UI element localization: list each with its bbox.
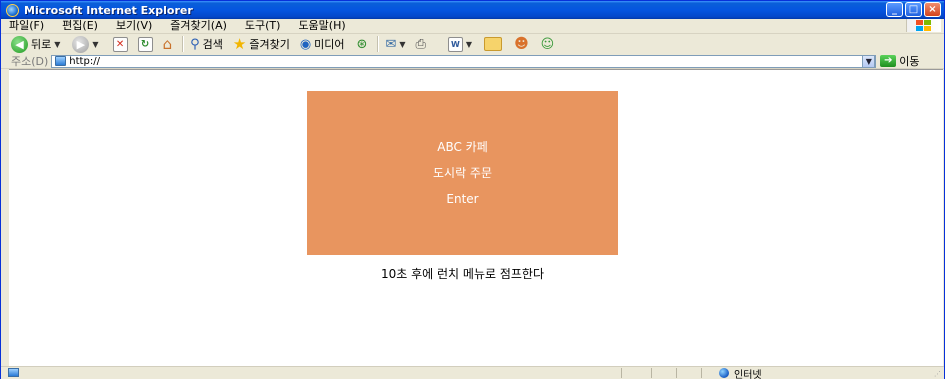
word-edit-icon: W <box>447 36 463 52</box>
toolbar-separator <box>377 36 380 52</box>
messenger-button[interactable]: ☻ <box>514 36 529 52</box>
menu-help[interactable]: 도움말(H) <box>289 19 354 33</box>
folder-button[interactable] <box>484 37 503 51</box>
go-label: 이동 <box>899 55 920 68</box>
search-icon: ⚲ <box>190 36 200 52</box>
redirect-notice: 10초 후에 런치 메뉴로 점프한다 <box>380 267 544 281</box>
go-arrow-icon: ➔ <box>880 55 897 67</box>
title-bar[interactable]: Microsoft Internet Explorer _ □ × <box>1 1 944 19</box>
address-input[interactable]: http:// ▼ <box>51 54 877 68</box>
edit-dropdown-icon[interactable]: ▼ <box>466 40 472 49</box>
favorites-star-icon: ★ <box>232 35 247 53</box>
minimize-button[interactable]: _ <box>886 2 903 17</box>
window-title: Microsoft Internet Explorer <box>24 3 193 17</box>
media-icon: ◉ <box>299 36 312 52</box>
menu-edit[interactable]: 편집(E) <box>53 19 107 33</box>
refresh-button[interactable]: ↻ <box>137 36 153 52</box>
status-divider <box>701 368 702 378</box>
history-button[interactable]: ⊛ <box>357 37 368 52</box>
close-button[interactable]: × <box>924 2 941 17</box>
address-dropdown-icon[interactable]: ▼ <box>862 54 876 68</box>
history-icon: ⊛ <box>356 36 368 52</box>
ie-logo-icon <box>6 3 19 17</box>
back-arrow-icon: ◀ <box>11 35 28 53</box>
forward-button[interactable]: ▶ ▼ <box>72 35 99 53</box>
toolbar: ◀ 뒤로 ▼ ▶ ▼ ✕ ↻ ⌂ ⚲ 검색 ★ 즐겨찾기 ◉ 미디어 ⊛ ✉ ▼… <box>1 34 944 55</box>
cafe-banner[interactable]: ABC 카페 도시락 주문 Enter <box>307 91 618 255</box>
status-divider <box>651 368 652 378</box>
banner-cafe-name: ABC 카페 <box>437 140 488 154</box>
address-bar: 주소(D) http:// ▼ ➔ 이동 <box>1 54 944 69</box>
back-dropdown-icon[interactable]: ▼ <box>54 40 60 49</box>
mail-button[interactable]: ✉ ▼ <box>385 37 405 52</box>
menu-bar: 파일(F) 편집(E) 보기(V) 즐겨찾기(A) 도구(T) 도움말(H) <box>1 19 944 34</box>
media-label: 미디어 <box>314 38 345 51</box>
folder-icon <box>484 37 503 51</box>
media-button[interactable]: ◉ 미디어 <box>300 36 345 52</box>
address-label: 주소(D) <box>11 55 49 68</box>
print-button[interactable]: ⎙ <box>416 37 426 52</box>
print-icon: ⎙ <box>415 36 426 52</box>
favorites-button[interactable]: ★ 즐겨찾기 <box>233 35 290 53</box>
search-label: 검색 <box>202 38 223 51</box>
security-zone: 인터넷 <box>719 367 762 381</box>
forward-arrow-icon: ▶ <box>72 35 90 53</box>
banner-enter-link[interactable]: Enter <box>446 186 478 212</box>
edit-button[interactable]: W ▼ <box>447 36 472 52</box>
globe-icon <box>719 368 729 378</box>
favorites-label: 즐겨찾기 <box>249 38 290 51</box>
mail-icon: ✉ <box>385 36 397 52</box>
contacts-icon: ☺ <box>540 36 555 52</box>
stop-icon: ✕ <box>112 36 128 52</box>
windows-flag-icon <box>906 19 941 32</box>
window-controls: _ □ × <box>886 2 941 17</box>
menu-favorites[interactable]: 즐겨찾기(A) <box>161 19 236 33</box>
toolbar-separator <box>182 36 185 52</box>
menu-view[interactable]: 보기(V) <box>107 19 161 33</box>
contacts-button[interactable]: ☺ <box>541 37 555 52</box>
status-bar: 인터넷 ⋰ <box>1 366 944 381</box>
browser-window: Microsoft Internet Explorer _ □ × 파일(F) … <box>0 0 945 381</box>
go-button[interactable]: ➔ 이동 <box>880 53 920 69</box>
resize-grip-icon[interactable]: ⋰ <box>934 370 942 378</box>
search-button[interactable]: ⚲ 검색 <box>190 36 223 52</box>
page-icon <box>55 56 67 66</box>
back-label: 뒤로 <box>31 38 52 51</box>
banner-order-text: 도시락 주문 <box>432 166 492 180</box>
refresh-icon: ↻ <box>137 36 153 52</box>
stop-button[interactable]: ✕ <box>112 36 128 52</box>
back-button[interactable]: ◀ 뒤로 ▼ <box>1 35 60 53</box>
home-button[interactable]: ⌂ <box>163 35 173 53</box>
page-content: ABC 카페 도시락 주문 Enter 10초 후에 런치 메뉴로 점프한다 <box>9 69 943 367</box>
home-icon: ⌂ <box>162 35 173 53</box>
messenger-icon: ☻ <box>514 36 529 52</box>
page-status-icon <box>8 368 19 377</box>
forward-dropdown-icon[interactable]: ▼ <box>92 40 98 49</box>
menu-file[interactable]: 파일(F) <box>1 19 53 33</box>
status-divider <box>621 368 622 378</box>
menu-tools[interactable]: 도구(T) <box>236 19 290 33</box>
address-value[interactable]: http:// <box>69 56 100 67</box>
status-divider <box>676 368 677 378</box>
zone-label: 인터넷 <box>734 369 762 381</box>
maximize-button[interactable]: □ <box>905 2 922 17</box>
mail-dropdown-icon[interactable]: ▼ <box>399 40 405 49</box>
